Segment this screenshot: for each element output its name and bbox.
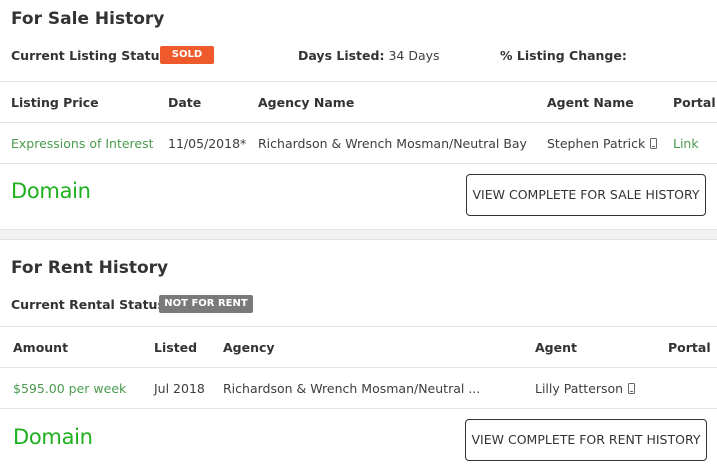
divider	[0, 326, 717, 327]
phone-icon[interactable]	[650, 138, 658, 149]
sale-date-value: 11/05/2018*	[168, 136, 247, 151]
days-listed-label: Days Listed:	[298, 48, 385, 63]
sale-agent-value: Stephen Patrick	[547, 136, 646, 151]
col-agent: Agent	[535, 340, 577, 355]
for-rent-title: For Rent History	[11, 258, 169, 278]
for-sale-title: For Sale History	[11, 9, 165, 29]
col-portal: Portal	[668, 340, 711, 355]
listing-change-label: % Listing Change:	[500, 48, 627, 63]
rent-listed-value: Jul 2018	[154, 381, 205, 396]
domain-logo[interactable]: Domain	[11, 179, 91, 203]
sale-price-value: Expressions of Interest	[11, 136, 154, 151]
divider	[0, 163, 717, 164]
divider	[0, 122, 717, 123]
listing-status-label: Current Listing Status:	[11, 48, 172, 63]
col-listing-price: Listing Price	[11, 95, 99, 110]
col-agent-name: Agent Name	[547, 95, 634, 110]
domain-logo[interactable]: Domain	[13, 425, 93, 449]
divider	[0, 408, 717, 409]
phone-icon[interactable]	[628, 383, 636, 394]
view-sale-history-button[interactable]: VIEW COMPLETE FOR SALE HISTORY	[466, 174, 706, 216]
rental-status: Current Rental Status:	[11, 297, 170, 312]
days-listed: Days Listed: 34 Days	[298, 48, 440, 63]
col-listed: Listed	[154, 340, 198, 355]
col-amount: Amount	[13, 340, 69, 355]
rental-status-label: Current Rental Status:	[11, 297, 170, 312]
rent-agent-value: Lilly Patterson	[535, 381, 624, 396]
sale-agent-cell: Stephen Patrick	[547, 136, 658, 151]
portal-link[interactable]: Link	[673, 136, 699, 151]
listing-change: % Listing Change:	[500, 48, 627, 63]
col-agency-name: Agency Name	[258, 95, 355, 110]
col-portal: Portal	[673, 95, 716, 110]
rent-agency-value: Richardson & Wrench Mosman/Neutral ...	[223, 381, 481, 396]
col-date: Date	[168, 95, 202, 110]
col-agency: Agency	[223, 340, 275, 355]
divider	[0, 81, 717, 82]
sold-badge: SOLD	[160, 46, 214, 64]
sale-agency-value: Richardson & Wrench Mosman/Neutral Bay	[258, 136, 527, 151]
days-listed-value: 34 Days	[388, 48, 440, 63]
rent-amount-value: $595.00 per week	[13, 381, 127, 396]
divider	[0, 367, 717, 368]
view-rent-history-button[interactable]: VIEW COMPLETE FOR RENT HISTORY	[465, 419, 707, 461]
rent-agent-cell: Lilly Patterson	[535, 381, 636, 396]
not-for-rent-badge: NOT FOR RENT	[159, 295, 253, 313]
listing-status: Current Listing Status:	[11, 48, 172, 63]
section-separator	[0, 229, 717, 240]
